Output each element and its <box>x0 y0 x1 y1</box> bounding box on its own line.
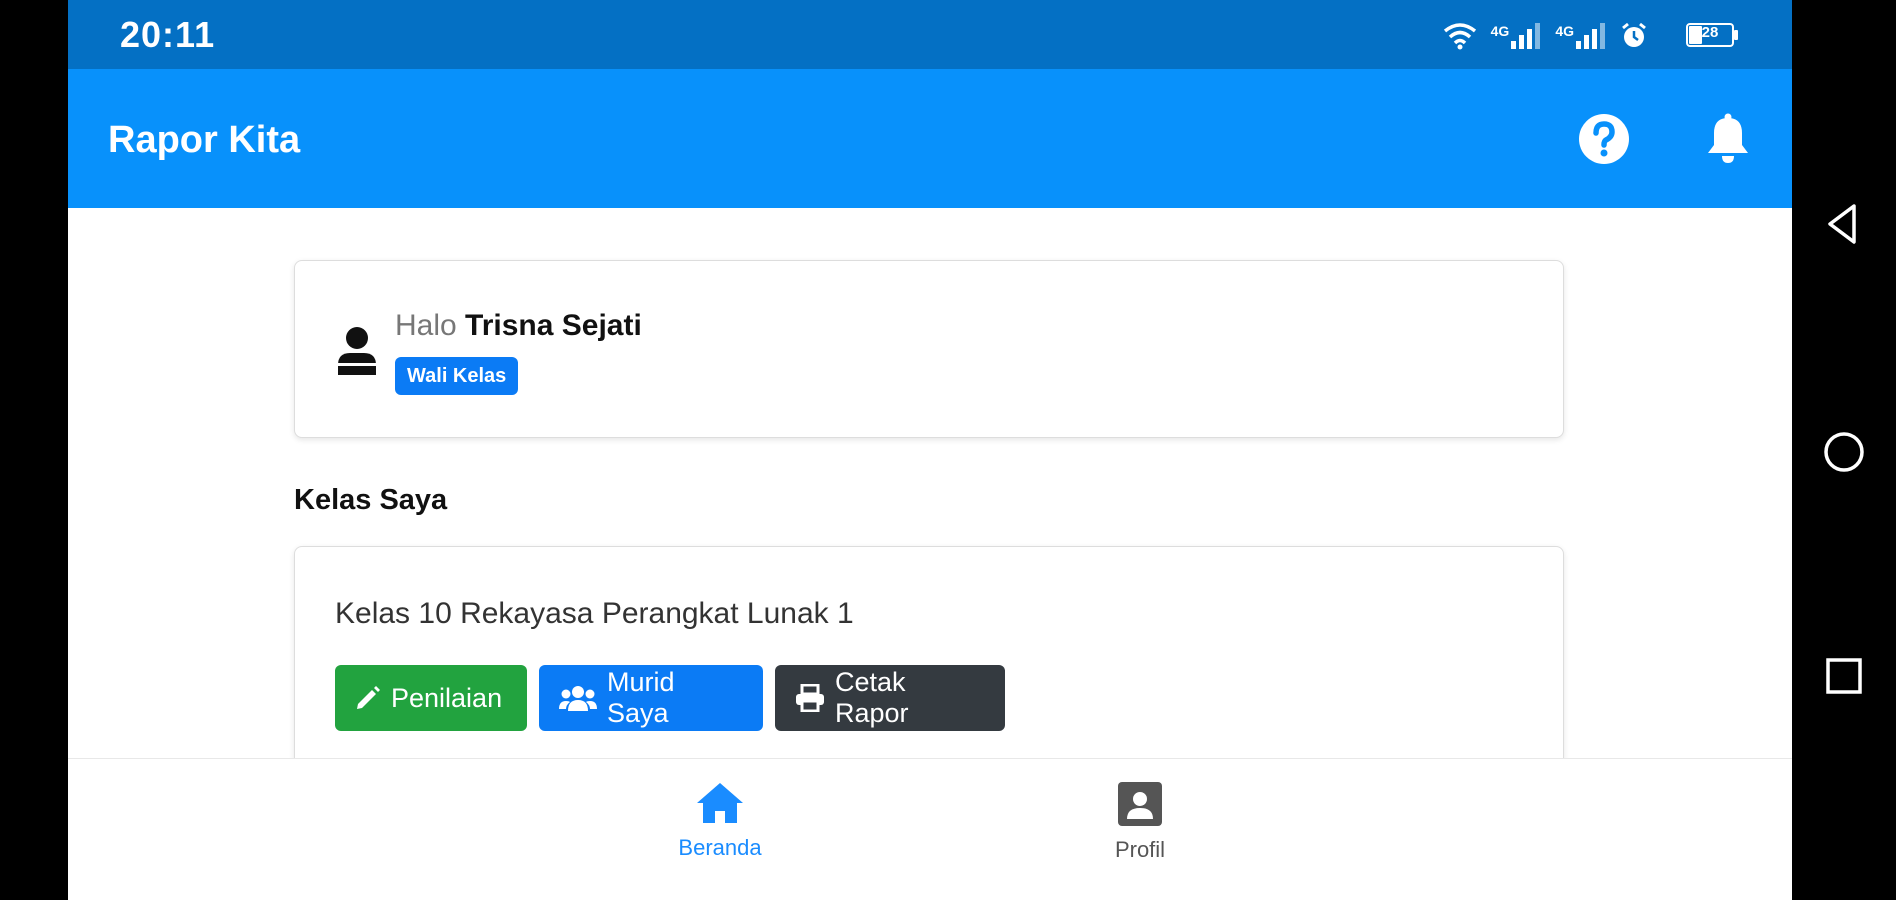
status-bar: 20:11 4G 4G 28 <box>68 0 1792 69</box>
bell-icon <box>1708 113 1748 163</box>
home-content: Halo Trisna Sejati Wali Kelas Kelas Saya… <box>68 208 1792 758</box>
section-title: Kelas Saya <box>294 484 448 516</box>
notifications-button[interactable] <box>1700 111 1756 167</box>
my-students-button[interactable]: Murid Saya <box>539 665 763 731</box>
network-type-label: 4G <box>1555 23 1574 39</box>
signal-bars-icon <box>1576 23 1605 49</box>
signal-bars-icon <box>1511 23 1541 49</box>
greeting-text: Halo Trisna Sejati <box>395 309 642 343</box>
bottom-navigation: Beranda Profil <box>68 758 1792 900</box>
home-icon <box>697 783 743 823</box>
signal-4g-icon: 4G <box>1555 23 1606 49</box>
profile-icon <box>1118 782 1162 826</box>
nav-profile-label: Profil <box>1114 837 1166 862</box>
wifi-icon <box>1443 23 1476 50</box>
print-report-label: Cetak Rapor <box>835 667 909 728</box>
printer-icon <box>796 684 824 712</box>
recents-icon[interactable] <box>1820 652 1868 700</box>
signal-4g-icon: 4G <box>1491 23 1542 49</box>
system-navigation-bar <box>1792 0 1896 900</box>
class-card: Kelas 10 Rekayasa Perangkat Lunak 1 Peni… <box>294 546 1564 758</box>
print-report-button[interactable]: Cetak Rapor <box>775 665 1005 731</box>
greeting-prefix: Halo <box>395 309 457 342</box>
my-students-label: Murid Saya <box>607 667 675 728</box>
greeting-card: Halo Trisna Sejati Wali Kelas <box>294 260 1564 438</box>
users-icon <box>559 686 597 711</box>
alarm-icon <box>1622 22 1646 47</box>
help-icon <box>1579 114 1629 164</box>
assessment-label: Penilaian <box>391 682 503 713</box>
nav-profile[interactable]: Profil <box>1060 781 1220 891</box>
battery-level: 28 <box>1701 24 1719 41</box>
help-button[interactable] <box>1576 111 1632 167</box>
nav-home-label: Beranda <box>678 835 762 860</box>
home-circle-icon[interactable] <box>1820 428 1868 476</box>
nav-home[interactable]: Beranda <box>640 781 800 891</box>
app-bar: Rapor Kita <box>68 69 1792 208</box>
battery-icon: 28 <box>1686 23 1740 49</box>
assessment-button[interactable]: Penilaian <box>335 665 527 731</box>
network-type-label: 4G <box>1490 23 1510 39</box>
pencil-icon <box>357 686 380 709</box>
app-title: Rapor Kita <box>108 119 301 161</box>
phone-screen: 20:11 4G 4G 28 Rapor Kita Halo Trisna Se… <box>68 0 1792 900</box>
class-actions: Penilaian Murid Saya Cetak Rapor <box>335 665 1005 731</box>
class-name: Kelas 10 Rekayasa Perangkat Lunak 1 <box>335 597 854 630</box>
status-time: 20:11 <box>120 14 216 55</box>
role-badge: Wali Kelas <box>395 357 519 395</box>
user-icon <box>338 327 376 375</box>
status-icons: 4G 4G 28 <box>1443 16 1740 56</box>
back-icon[interactable] <box>1820 200 1868 248</box>
user-name: Trisna Sejati <box>465 309 642 342</box>
